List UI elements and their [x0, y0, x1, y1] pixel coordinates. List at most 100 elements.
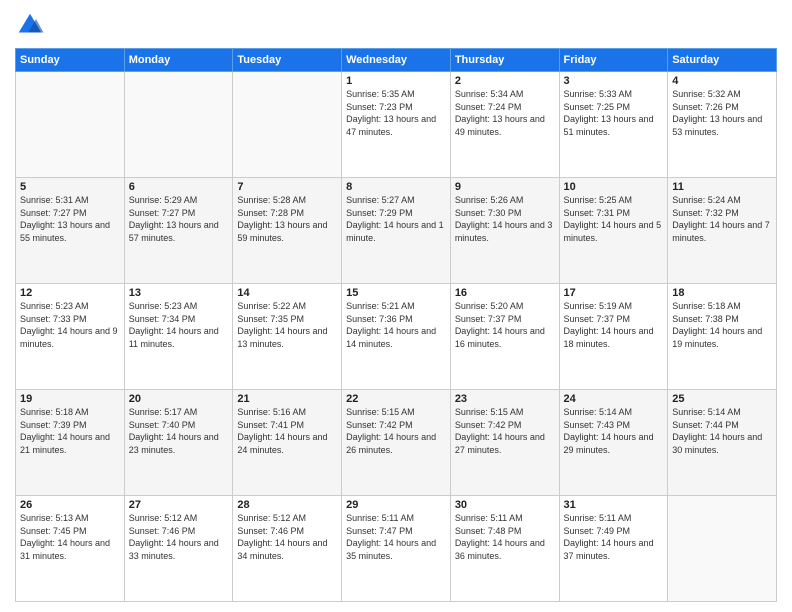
- day-cell-29: 29Sunrise: 5:11 AMSunset: 7:47 PMDayligh…: [342, 496, 451, 602]
- day-info: Sunrise: 5:12 AMSunset: 7:46 PMDaylight:…: [237, 512, 337, 562]
- day-info: Sunrise: 5:28 AMSunset: 7:28 PMDaylight:…: [237, 194, 337, 244]
- day-number: 3: [564, 75, 664, 87]
- day-info: Sunrise: 5:12 AMSunset: 7:46 PMDaylight:…: [129, 512, 229, 562]
- week-row-1: 1Sunrise: 5:35 AMSunset: 7:23 PMDaylight…: [16, 72, 777, 178]
- day-number: 16: [455, 287, 555, 299]
- day-cell-25: 25Sunrise: 5:14 AMSunset: 7:44 PMDayligh…: [668, 390, 777, 496]
- day-cell-5: 5Sunrise: 5:31 AMSunset: 7:27 PMDaylight…: [16, 178, 125, 284]
- day-number: 20: [129, 393, 229, 405]
- day-number: 17: [564, 287, 664, 299]
- day-number: 7: [237, 181, 337, 193]
- day-info: Sunrise: 5:25 AMSunset: 7:31 PMDaylight:…: [564, 194, 664, 244]
- day-header-tuesday: Tuesday: [233, 49, 342, 72]
- day-number: 8: [346, 181, 446, 193]
- day-info: Sunrise: 5:18 AMSunset: 7:39 PMDaylight:…: [20, 406, 120, 456]
- day-info: Sunrise: 5:11 AMSunset: 7:47 PMDaylight:…: [346, 512, 446, 562]
- day-cell-30: 30Sunrise: 5:11 AMSunset: 7:48 PMDayligh…: [450, 496, 559, 602]
- day-info: Sunrise: 5:22 AMSunset: 7:35 PMDaylight:…: [237, 300, 337, 350]
- day-info: Sunrise: 5:16 AMSunset: 7:41 PMDaylight:…: [237, 406, 337, 456]
- day-info: Sunrise: 5:14 AMSunset: 7:43 PMDaylight:…: [564, 406, 664, 456]
- day-number: 2: [455, 75, 555, 87]
- day-cell-4: 4Sunrise: 5:32 AMSunset: 7:26 PMDaylight…: [668, 72, 777, 178]
- logo: [15, 10, 49, 40]
- week-row-3: 12Sunrise: 5:23 AMSunset: 7:33 PMDayligh…: [16, 284, 777, 390]
- day-info: Sunrise: 5:23 AMSunset: 7:33 PMDaylight:…: [20, 300, 120, 350]
- day-cell-6: 6Sunrise: 5:29 AMSunset: 7:27 PMDaylight…: [124, 178, 233, 284]
- day-cell-9: 9Sunrise: 5:26 AMSunset: 7:30 PMDaylight…: [450, 178, 559, 284]
- day-number: 15: [346, 287, 446, 299]
- day-cell-10: 10Sunrise: 5:25 AMSunset: 7:31 PMDayligh…: [559, 178, 668, 284]
- day-cell-12: 12Sunrise: 5:23 AMSunset: 7:33 PMDayligh…: [16, 284, 125, 390]
- day-number: 4: [672, 75, 772, 87]
- day-info: Sunrise: 5:24 AMSunset: 7:32 PMDaylight:…: [672, 194, 772, 244]
- day-number: 13: [129, 287, 229, 299]
- day-cell-21: 21Sunrise: 5:16 AMSunset: 7:41 PMDayligh…: [233, 390, 342, 496]
- day-number: 21: [237, 393, 337, 405]
- day-cell-24: 24Sunrise: 5:14 AMSunset: 7:43 PMDayligh…: [559, 390, 668, 496]
- day-number: 24: [564, 393, 664, 405]
- day-info: Sunrise: 5:11 AMSunset: 7:49 PMDaylight:…: [564, 512, 664, 562]
- day-cell-31: 31Sunrise: 5:11 AMSunset: 7:49 PMDayligh…: [559, 496, 668, 602]
- day-number: 28: [237, 499, 337, 511]
- day-cell-13: 13Sunrise: 5:23 AMSunset: 7:34 PMDayligh…: [124, 284, 233, 390]
- day-cell-27: 27Sunrise: 5:12 AMSunset: 7:46 PMDayligh…: [124, 496, 233, 602]
- day-info: Sunrise: 5:31 AMSunset: 7:27 PMDaylight:…: [20, 194, 120, 244]
- day-number: 31: [564, 499, 664, 511]
- day-number: 26: [20, 499, 120, 511]
- day-cell-16: 16Sunrise: 5:20 AMSunset: 7:37 PMDayligh…: [450, 284, 559, 390]
- day-info: Sunrise: 5:14 AMSunset: 7:44 PMDaylight:…: [672, 406, 772, 456]
- day-number: 23: [455, 393, 555, 405]
- day-info: Sunrise: 5:27 AMSunset: 7:29 PMDaylight:…: [346, 194, 446, 244]
- day-number: 6: [129, 181, 229, 193]
- day-number: 27: [129, 499, 229, 511]
- day-cell-11: 11Sunrise: 5:24 AMSunset: 7:32 PMDayligh…: [668, 178, 777, 284]
- day-number: 25: [672, 393, 772, 405]
- day-cell-14: 14Sunrise: 5:22 AMSunset: 7:35 PMDayligh…: [233, 284, 342, 390]
- header: [15, 10, 777, 40]
- day-cell-20: 20Sunrise: 5:17 AMSunset: 7:40 PMDayligh…: [124, 390, 233, 496]
- day-info: Sunrise: 5:26 AMSunset: 7:30 PMDaylight:…: [455, 194, 555, 244]
- day-cell-23: 23Sunrise: 5:15 AMSunset: 7:42 PMDayligh…: [450, 390, 559, 496]
- day-cell-15: 15Sunrise: 5:21 AMSunset: 7:36 PMDayligh…: [342, 284, 451, 390]
- day-cell-18: 18Sunrise: 5:18 AMSunset: 7:38 PMDayligh…: [668, 284, 777, 390]
- day-info: Sunrise: 5:33 AMSunset: 7:25 PMDaylight:…: [564, 88, 664, 138]
- day-cell-7: 7Sunrise: 5:28 AMSunset: 7:28 PMDaylight…: [233, 178, 342, 284]
- day-cell-22: 22Sunrise: 5:15 AMSunset: 7:42 PMDayligh…: [342, 390, 451, 496]
- day-header-thursday: Thursday: [450, 49, 559, 72]
- day-cell-26: 26Sunrise: 5:13 AMSunset: 7:45 PMDayligh…: [16, 496, 125, 602]
- day-cell-3: 3Sunrise: 5:33 AMSunset: 7:25 PMDaylight…: [559, 72, 668, 178]
- week-row-4: 19Sunrise: 5:18 AMSunset: 7:39 PMDayligh…: [16, 390, 777, 496]
- day-number: 12: [20, 287, 120, 299]
- day-info: Sunrise: 5:34 AMSunset: 7:24 PMDaylight:…: [455, 88, 555, 138]
- week-row-2: 5Sunrise: 5:31 AMSunset: 7:27 PMDaylight…: [16, 178, 777, 284]
- day-number: 9: [455, 181, 555, 193]
- day-header-saturday: Saturday: [668, 49, 777, 72]
- day-cell-17: 17Sunrise: 5:19 AMSunset: 7:37 PMDayligh…: [559, 284, 668, 390]
- day-number: 18: [672, 287, 772, 299]
- calendar: SundayMondayTuesdayWednesdayThursdayFrid…: [15, 48, 777, 602]
- day-info: Sunrise: 5:17 AMSunset: 7:40 PMDaylight:…: [129, 406, 229, 456]
- day-info: Sunrise: 5:35 AMSunset: 7:23 PMDaylight:…: [346, 88, 446, 138]
- empty-cell: [124, 72, 233, 178]
- empty-cell: [233, 72, 342, 178]
- empty-cell: [668, 496, 777, 602]
- day-number: 30: [455, 499, 555, 511]
- day-info: Sunrise: 5:11 AMSunset: 7:48 PMDaylight:…: [455, 512, 555, 562]
- day-header-monday: Monday: [124, 49, 233, 72]
- day-number: 10: [564, 181, 664, 193]
- page: SundayMondayTuesdayWednesdayThursdayFrid…: [0, 0, 792, 612]
- week-row-5: 26Sunrise: 5:13 AMSunset: 7:45 PMDayligh…: [16, 496, 777, 602]
- day-header-friday: Friday: [559, 49, 668, 72]
- empty-cell: [16, 72, 125, 178]
- day-info: Sunrise: 5:15 AMSunset: 7:42 PMDaylight:…: [455, 406, 555, 456]
- day-number: 22: [346, 393, 446, 405]
- day-number: 29: [346, 499, 446, 511]
- day-cell-1: 1Sunrise: 5:35 AMSunset: 7:23 PMDaylight…: [342, 72, 451, 178]
- day-number: 1: [346, 75, 446, 87]
- day-info: Sunrise: 5:23 AMSunset: 7:34 PMDaylight:…: [129, 300, 229, 350]
- day-info: Sunrise: 5:19 AMSunset: 7:37 PMDaylight:…: [564, 300, 664, 350]
- day-info: Sunrise: 5:29 AMSunset: 7:27 PMDaylight:…: [129, 194, 229, 244]
- day-number: 19: [20, 393, 120, 405]
- day-number: 5: [20, 181, 120, 193]
- day-number: 11: [672, 181, 772, 193]
